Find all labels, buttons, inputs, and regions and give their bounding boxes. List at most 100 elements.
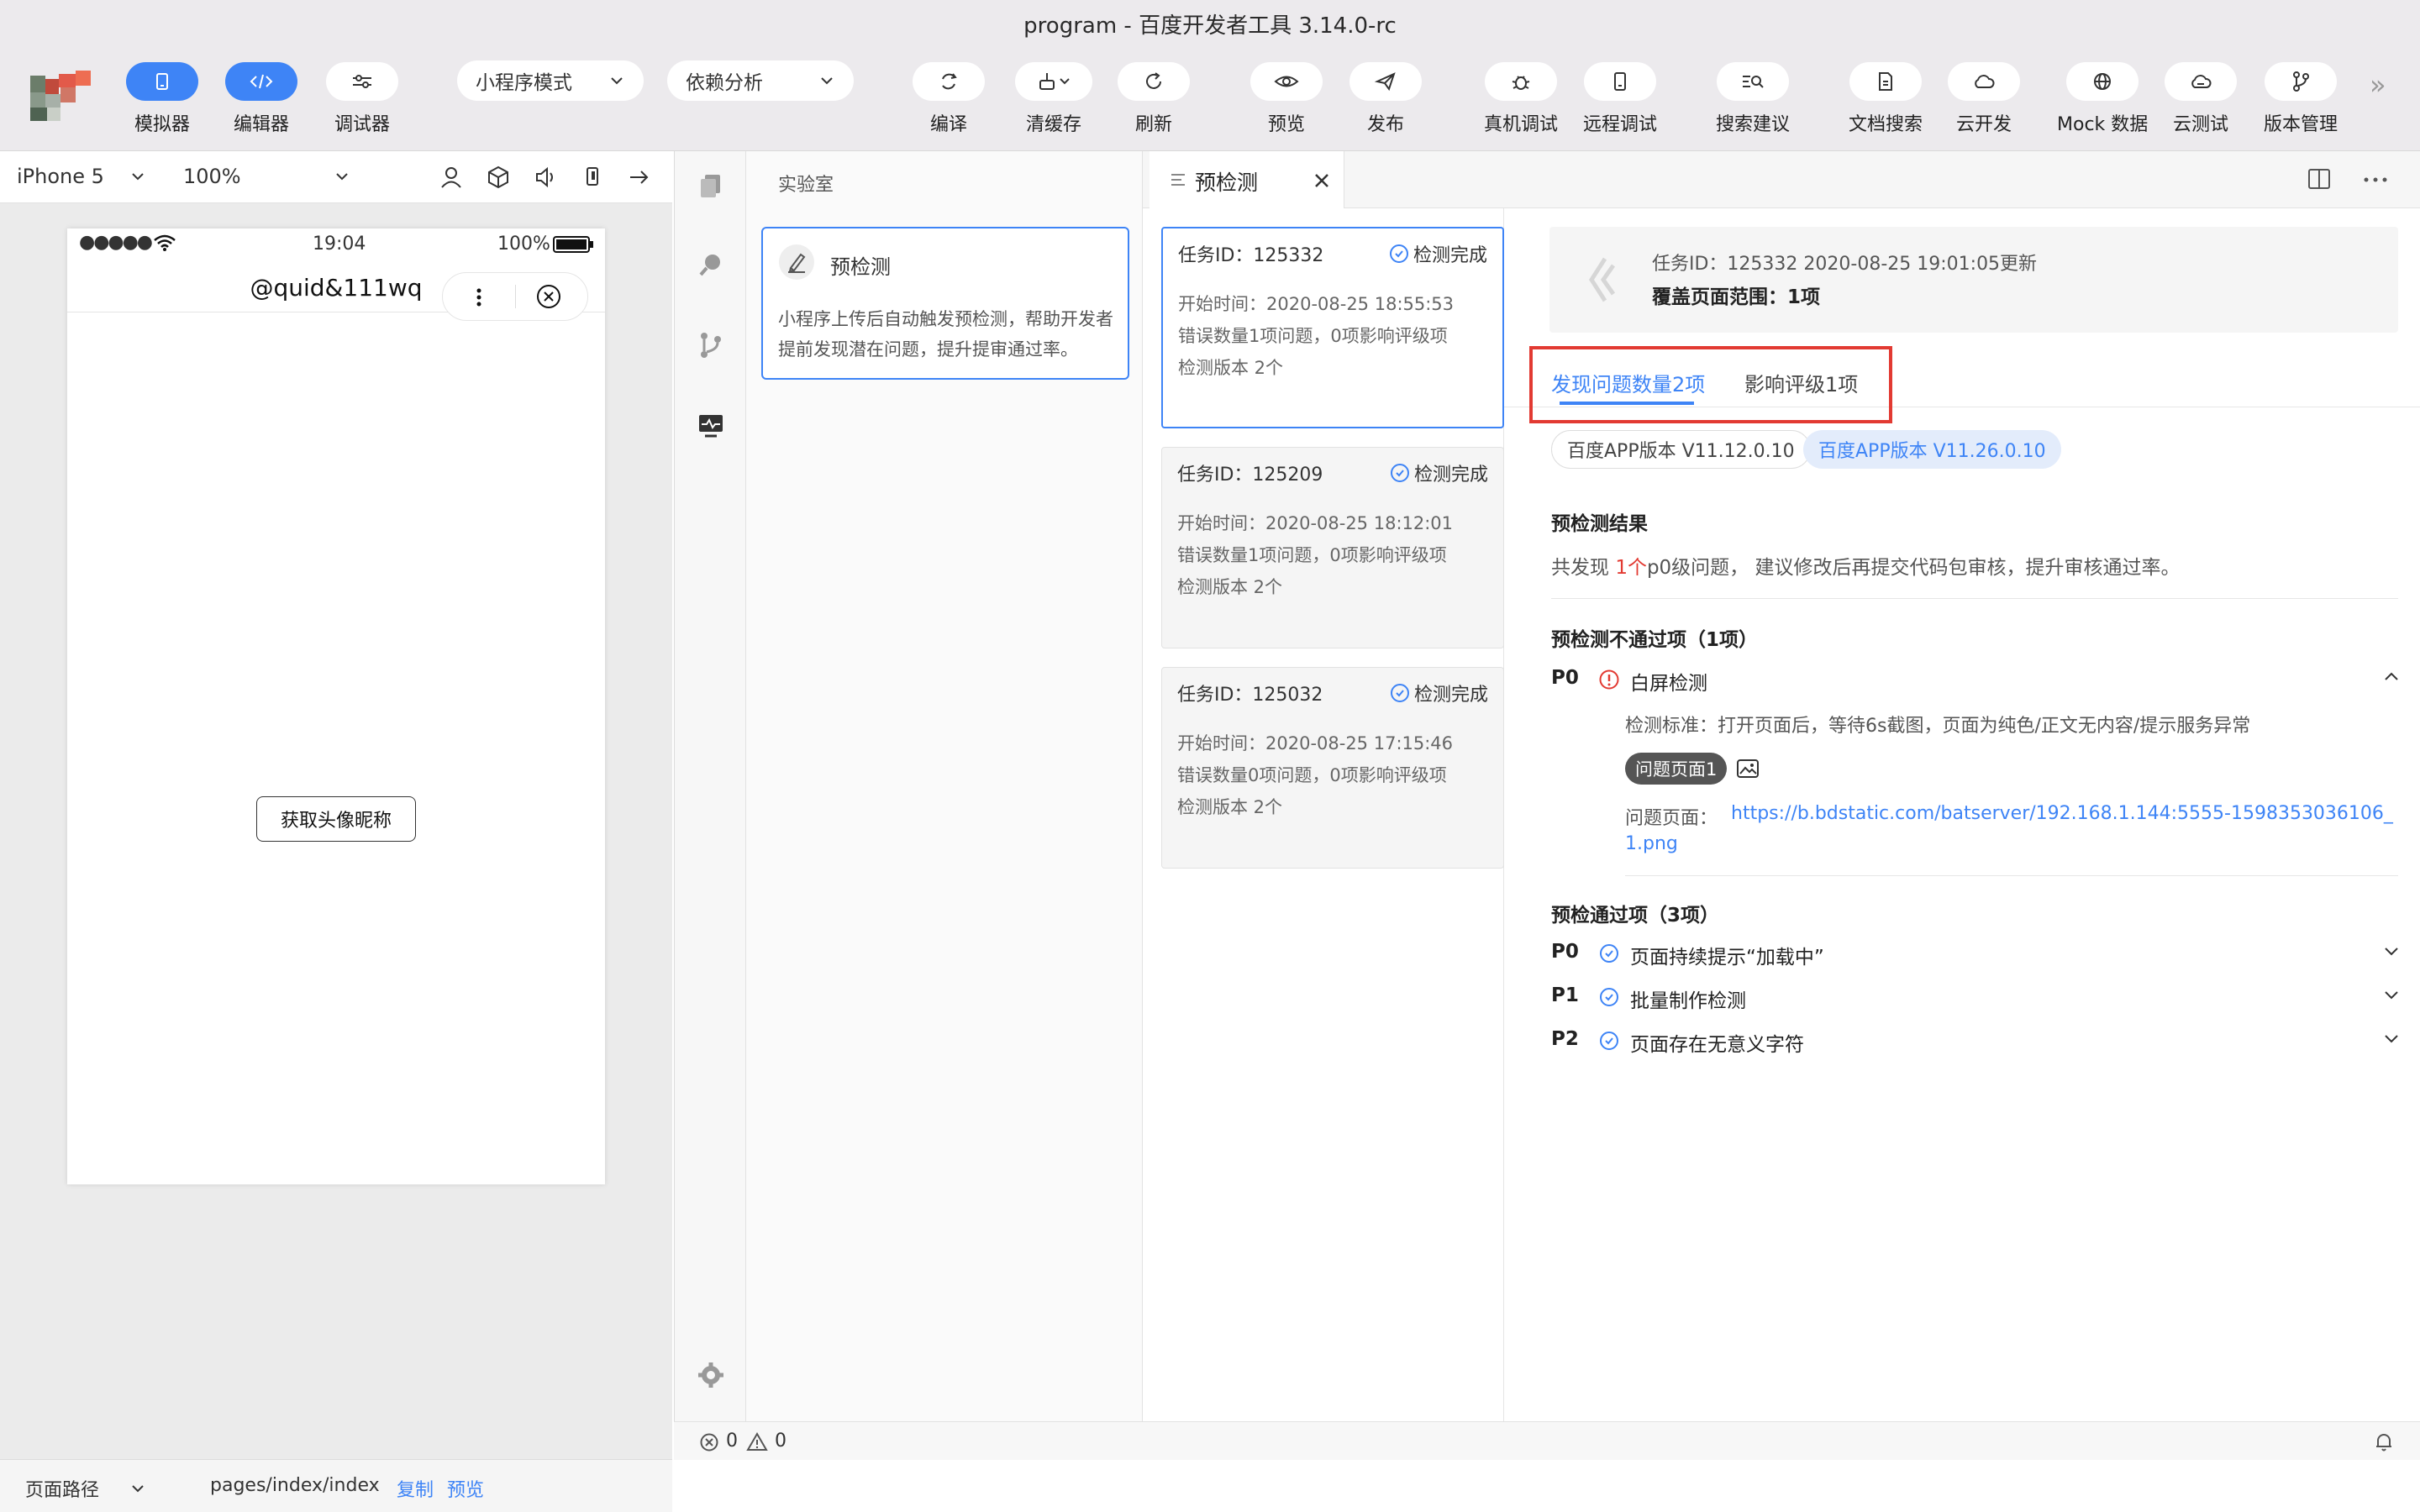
editor-button[interactable]: 编辑器 bbox=[225, 62, 297, 141]
device-select[interactable]: iPhone 5 bbox=[17, 165, 146, 188]
copy-path-link[interactable]: 复制 bbox=[397, 1475, 434, 1502]
search-suggest-button[interactable]: 搜索建议 bbox=[1716, 62, 1790, 141]
preview-path-link[interactable]: 预览 bbox=[447, 1475, 484, 1502]
result-text: 共发现 1个p0级问题， 建议修改后再提交代码包审核，提升审核通过率。 bbox=[1551, 557, 2181, 579]
error-circle-icon[interactable] bbox=[699, 1432, 719, 1452]
fail-standard: 检测标准：打开页面后，等待6s截图，页面为纯色/正文无内容/提示服务异常 bbox=[1625, 716, 2251, 737]
compile-button[interactable]: 编译 bbox=[913, 62, 985, 141]
refresh-button[interactable]: 刷新 bbox=[1118, 62, 1190, 141]
warning-circle-icon bbox=[1599, 669, 1619, 690]
project-avatar[interactable] bbox=[27, 67, 99, 123]
bell-icon[interactable] bbox=[2373, 1431, 2395, 1452]
tab-precheck-label: 预检测 bbox=[1195, 171, 1259, 195]
settings-gear-icon[interactable] bbox=[697, 1361, 725, 1389]
debugger-button[interactable]: 调试器 bbox=[326, 62, 398, 141]
cube-icon[interactable] bbox=[486, 165, 511, 190]
close-circle-icon[interactable] bbox=[535, 283, 562, 310]
search-icon[interactable] bbox=[697, 250, 725, 279]
pass-name: 页面存在无意义字符 bbox=[1630, 1034, 1804, 1056]
chevron-down-icon bbox=[335, 173, 348, 181]
cloud-test-button[interactable]: 云测试 bbox=[2165, 62, 2237, 141]
preview-button[interactable]: 预览 bbox=[1250, 62, 1323, 141]
zoom-select[interactable]: 100% bbox=[183, 165, 350, 188]
more-tools-button[interactable]: » bbox=[2370, 69, 2386, 101]
phone-screen: ●●●●● 19:04 100% @quid&111wq 获取头像昵称 bbox=[67, 228, 605, 1184]
pass-level: P2 bbox=[1551, 1028, 1579, 1050]
issue-page-tag[interactable]: 问题页面1 bbox=[1625, 753, 1728, 785]
speaker-icon[interactable] bbox=[533, 165, 558, 190]
window-title: program - 百度开发者工具 3.14.0-rc bbox=[1023, 13, 1397, 39]
globe-icon bbox=[2094, 73, 2112, 90]
get-user-info-button[interactable]: 获取头像昵称 bbox=[256, 796, 416, 842]
chevron-down-icon bbox=[132, 1485, 144, 1493]
pass-item[interactable]: P2 页面存在无意义字符 bbox=[1504, 1028, 2420, 1062]
remote-debug-button[interactable]: 远程调试 bbox=[1583, 62, 1657, 141]
clear-cache-button[interactable]: 清缓存 bbox=[1015, 62, 1092, 141]
chevron-down-icon bbox=[611, 77, 623, 85]
summary-line: 任务ID：125332 2020-08-25 19:01:05更新 bbox=[1652, 254, 2038, 275]
rotate-device-icon[interactable] bbox=[580, 165, 605, 190]
issue-page-label: 问题页面： bbox=[1625, 808, 1718, 829]
refresh-icon bbox=[1146, 72, 1161, 89]
version-mgmt-button[interactable]: 版本管理 bbox=[2264, 62, 2338, 141]
image-icon[interactable] bbox=[1736, 758, 1760, 780]
close-icon[interactable] bbox=[1313, 171, 1331, 190]
pass-item[interactable]: P0 页面持续提示“加载中” bbox=[1504, 941, 2420, 974]
chevron-down-icon[interactable] bbox=[2383, 946, 2400, 958]
task-id: 任务ID：125209 bbox=[1177, 465, 1323, 486]
task-item[interactable]: 任务ID：125209 检测完成 开始时间：2020-08-25 18:12:0… bbox=[1161, 447, 1504, 648]
user-icon[interactable] bbox=[439, 165, 464, 190]
more-dots-icon[interactable] bbox=[473, 286, 485, 308]
more-horizontal-icon[interactable] bbox=[2363, 176, 2388, 183]
chevron-down-icon[interactable] bbox=[2383, 990, 2400, 1001]
task-item[interactable]: 任务ID：125032 检测完成 开始时间：2020-08-25 17:15:4… bbox=[1161, 667, 1504, 869]
publish-button[interactable]: 发布 bbox=[1349, 62, 1422, 141]
chevron-up-icon[interactable] bbox=[2383, 670, 2400, 682]
doc-search-button[interactable]: 文档搜索 bbox=[1849, 62, 1923, 141]
cloud-test-label: 云测试 bbox=[2172, 114, 2228, 135]
fail-level: P0 bbox=[1551, 667, 1579, 689]
refresh-label: 刷新 bbox=[1134, 114, 1172, 135]
analysis-select-value: 依赖分析 bbox=[686, 72, 763, 94]
device-debug-button[interactable]: 真机调试 bbox=[1484, 62, 1558, 141]
sliders-icon bbox=[353, 75, 371, 88]
pass-item[interactable]: P1 批量制作检测 bbox=[1504, 984, 2420, 1018]
cloud-icon bbox=[1975, 75, 1995, 88]
arrow-right-icon[interactable] bbox=[627, 165, 652, 190]
chevron-down-icon[interactable] bbox=[2383, 1033, 2400, 1045]
issue-url-link-cont[interactable]: 1.png bbox=[1625, 833, 1678, 854]
check-circle-icon bbox=[1600, 1032, 1618, 1050]
task-start: 开始时间：2020-08-25 17:15:46 bbox=[1177, 733, 1454, 753]
version-mgmt-label: 版本管理 bbox=[2264, 114, 2338, 135]
mock-data-button[interactable]: Mock 数据 bbox=[2057, 62, 2148, 141]
split-editor-icon[interactable] bbox=[2307, 168, 2331, 190]
page-path-select[interactable]: 页面路径 bbox=[25, 1475, 146, 1502]
document-icon bbox=[1879, 72, 1892, 91]
analysis-select[interactable]: 依赖分析 bbox=[667, 60, 854, 101]
mode-select[interactable]: 小程序模式 bbox=[457, 60, 644, 101]
simulator-button[interactable]: 模拟器 bbox=[126, 62, 198, 141]
version-chip-b[interactable]: 百度APP版本 V11.26.0.10 bbox=[1803, 430, 2061, 469]
device-debug-label: 真机调试 bbox=[1484, 114, 1559, 135]
task-status: 检测完成 bbox=[1389, 240, 1487, 267]
cloud-dev-button[interactable]: 云开发 bbox=[1948, 62, 2020, 141]
task-item[interactable]: 任务ID：125332 检测完成 开始时间：2020-08-25 18:55:5… bbox=[1161, 227, 1504, 428]
mode-select-value: 小程序模式 bbox=[476, 72, 572, 94]
battery-icon bbox=[553, 236, 593, 253]
pass-level: P0 bbox=[1551, 941, 1579, 963]
precheck-card[interactable]: 预检测 小程序上传后自动触发预检测，帮助开发者提前发现潜在问题，提升提审通过率。 bbox=[761, 227, 1129, 380]
issue-url-link[interactable]: https://b.bdstatic.com/batserver/192.168… bbox=[1731, 803, 2393, 824]
files-icon[interactable] bbox=[697, 171, 725, 200]
warning-triangle-icon[interactable] bbox=[746, 1431, 768, 1452]
tab-precheck[interactable]: 预检测 bbox=[1150, 151, 1344, 208]
branch-icon bbox=[2293, 71, 2309, 92]
eye-icon bbox=[1274, 76, 1299, 87]
monitor-icon[interactable] bbox=[697, 412, 725, 440]
task-errors: 错误数量1项问题，0项影响评级项 bbox=[1178, 326, 1448, 346]
cloud-dev-label: 云开发 bbox=[1955, 114, 2012, 135]
status-battery-text: 100% bbox=[497, 234, 550, 255]
task-version: 检测版本 2个 bbox=[1178, 358, 1284, 378]
cloud-check-icon bbox=[2191, 75, 2212, 88]
version-chip-a[interactable]: 百度APP版本 V11.12.0.10 bbox=[1551, 430, 1811, 469]
source-control-icon[interactable] bbox=[697, 331, 725, 360]
